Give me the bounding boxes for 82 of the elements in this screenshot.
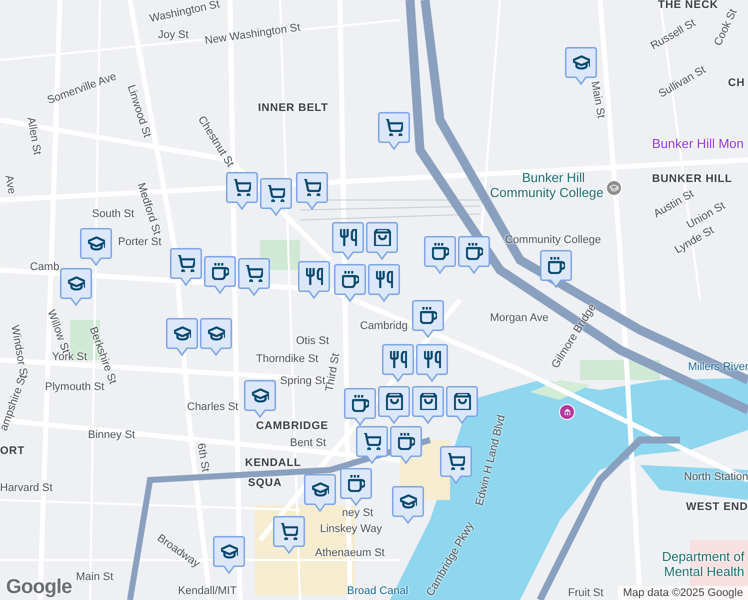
map-label: Allen St bbox=[24, 116, 42, 156]
fork-and-knife-icon bbox=[390, 351, 406, 368]
fork-and-knife-icon bbox=[306, 268, 322, 285]
coffee-cup-icon bbox=[342, 271, 358, 288]
map-label: KENDALL bbox=[245, 458, 302, 469]
map-label: Department of bbox=[662, 550, 744, 563]
map-label: WEST END bbox=[686, 502, 748, 513]
map-label: Camb bbox=[30, 262, 60, 273]
map-label: Bent St bbox=[290, 438, 326, 449]
map-label: Thorndike St bbox=[256, 354, 318, 365]
map-label: ney St bbox=[342, 508, 374, 519]
fork-and-knife-icon bbox=[340, 229, 356, 246]
graduation-cap-icon bbox=[68, 275, 84, 292]
map-label: INNER BELT bbox=[258, 103, 328, 114]
shopping-bag-icon bbox=[454, 393, 470, 410]
coffee-cup-icon bbox=[548, 257, 564, 274]
map-label: Bunker Hill Mon bbox=[652, 137, 744, 150]
map-label: SQUA bbox=[248, 478, 282, 489]
coffee-cup-icon bbox=[420, 307, 436, 324]
map-label: York St bbox=[52, 352, 88, 363]
shopping-cart-icon bbox=[280, 523, 298, 540]
coffee-cup-icon bbox=[466, 243, 482, 260]
shopping-bag-icon bbox=[420, 393, 436, 410]
fork-and-knife-icon bbox=[424, 351, 440, 368]
coffee-cup-icon bbox=[432, 243, 448, 260]
graduation-cap-icon bbox=[400, 493, 416, 510]
map-label: New Washington St bbox=[204, 22, 302, 47]
graduation-cap-icon bbox=[572, 54, 590, 71]
coffee-cup-icon bbox=[348, 475, 364, 492]
coffee-cup-icon bbox=[212, 263, 228, 280]
graduation-cap-icon bbox=[220, 543, 238, 560]
map-label: Edwin H Land Blvd bbox=[474, 414, 508, 507]
shopping-cart-icon bbox=[268, 185, 284, 202]
map-label: Linskey Way bbox=[320, 524, 382, 535]
map-label: Main St bbox=[588, 80, 606, 120]
map-label: Broad Canal bbox=[347, 586, 408, 597]
map-label: Millers River bbox=[688, 362, 748, 373]
shopping-cart-icon bbox=[448, 453, 464, 470]
map-label: Ave bbox=[2, 174, 17, 195]
map-label: BUNKER HILL bbox=[652, 174, 732, 185]
map-label: ORT bbox=[0, 446, 25, 457]
map-label: Community College bbox=[490, 186, 604, 199]
map-label: Binney St bbox=[88, 430, 136, 441]
map-label: Bunker Hill bbox=[522, 171, 585, 184]
shopping-cart-icon bbox=[234, 179, 250, 196]
map-label: Cambridg bbox=[360, 321, 408, 332]
map-label: Porter St bbox=[118, 237, 162, 248]
shopping-cart-icon bbox=[386, 119, 402, 136]
map-label: Morgan Ave bbox=[490, 313, 549, 324]
google-logo: Google bbox=[6, 577, 72, 597]
map-label: Third St bbox=[324, 352, 342, 392]
map-label: South St bbox=[92, 209, 134, 220]
map-label: Charles St bbox=[187, 402, 238, 413]
map-label: Joy St bbox=[158, 30, 189, 41]
coffee-cup-icon bbox=[398, 433, 414, 450]
shopping-cart-icon bbox=[304, 179, 320, 196]
map-label: Fruit St bbox=[568, 588, 604, 599]
map-label: Main St bbox=[76, 572, 114, 583]
coffee-cup-icon bbox=[352, 395, 368, 412]
map-label: Kendall/MIT bbox=[178, 586, 237, 597]
map-label: Washington St bbox=[148, 0, 221, 25]
graduation-cap-icon bbox=[252, 387, 268, 404]
map-label: Mental Health bbox=[664, 565, 744, 578]
shopping-bag-icon bbox=[374, 229, 390, 246]
shopping-cart-icon bbox=[178, 255, 194, 272]
map-label: Spring St bbox=[280, 376, 326, 387]
graduation-cap-icon bbox=[88, 235, 104, 252]
map-label: CH bbox=[728, 78, 745, 89]
map-label: Otis St bbox=[296, 336, 330, 347]
shopping-cart-icon bbox=[246, 265, 262, 282]
map-attribution[interactable]: Map data ©2025 Google bbox=[618, 586, 748, 600]
map-label: Plymouth St bbox=[45, 382, 104, 393]
fork-and-knife-icon bbox=[376, 271, 392, 288]
shopping-bag-icon bbox=[386, 393, 402, 410]
graduation-cap-icon bbox=[174, 325, 190, 342]
map-label: Harvard St bbox=[0, 483, 53, 494]
map-label: 6th St bbox=[194, 442, 210, 473]
graduation-cap-icon bbox=[312, 481, 328, 498]
shopping-cart-icon bbox=[364, 433, 380, 450]
graduation-cap-icon bbox=[208, 325, 224, 342]
map-label: CAMBRIDGE bbox=[256, 421, 328, 432]
map-label: Athenaeum St bbox=[315, 548, 385, 559]
